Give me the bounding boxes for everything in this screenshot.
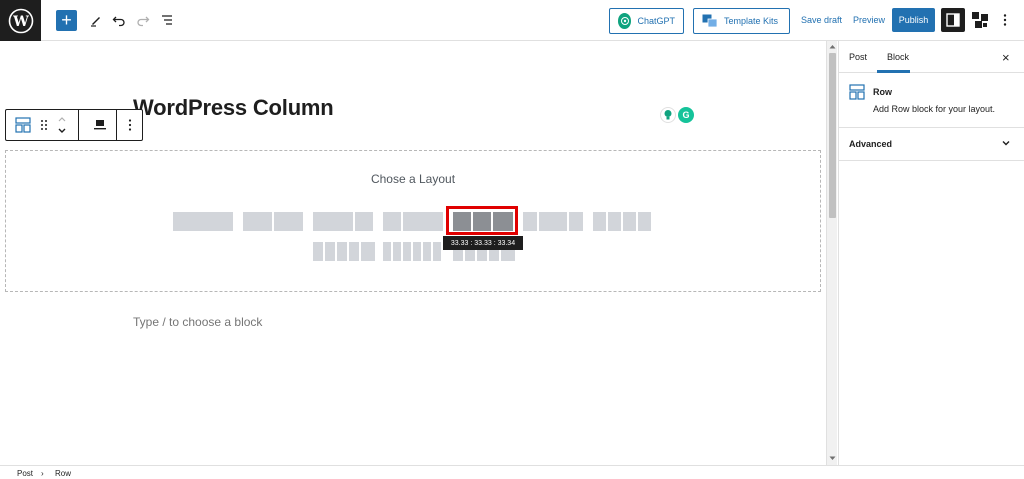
template-kits-button[interactable]: Template Kits: [693, 8, 790, 34]
chatgpt-icon: [618, 13, 632, 29]
block-placeholder[interactable]: Type / to choose a block: [133, 315, 262, 329]
layout-option-16x6[interactable]: [383, 242, 441, 261]
chevron-down-icon: [1002, 141, 1010, 146]
svg-text:W: W: [12, 14, 29, 30]
sidebar-tabs: Post Block ×: [839, 41, 1024, 73]
close-icon[interactable]: ×: [1002, 50, 1010, 65]
block-toolbar: [5, 109, 143, 141]
template-kits-icon: [702, 14, 718, 28]
scrollbar-thumb[interactable]: [829, 53, 836, 218]
toolbar-divider: [78, 110, 79, 140]
wordpress-logo-icon[interactable]: W: [0, 0, 41, 41]
redo-icon[interactable]: [134, 11, 152, 29]
chatgpt-button[interactable]: ChatGPT: [609, 8, 684, 34]
list-view-icon[interactable]: [158, 11, 176, 29]
layout-option-25-25-25-25[interactable]: [593, 212, 651, 231]
more-options-icon[interactable]: [996, 11, 1014, 29]
layout-option-25-50-25[interactable]: [523, 212, 583, 231]
floating-assistant-icons: G: [660, 107, 694, 123]
scroll-down-icon[interactable]: [829, 456, 836, 461]
add-block-button[interactable]: +: [56, 10, 77, 31]
tab-block[interactable]: Block: [887, 52, 909, 62]
drag-handle-icon[interactable]: [37, 110, 51, 140]
breadcrumb: Post › Row: [0, 465, 1024, 479]
chatgpt-label: ChatGPT: [637, 16, 675, 26]
settings-sidebar: Post Block × Row Add Row block for your …: [838, 41, 1024, 465]
layout-option-100[interactable]: [173, 212, 233, 231]
row-block-icon[interactable]: [10, 110, 36, 140]
pencil-icon[interactable]: [87, 11, 105, 29]
layout-option-66-33[interactable]: [313, 212, 373, 231]
grammarly-icon[interactable]: G: [678, 107, 694, 123]
advanced-panel-toggle[interactable]: Advanced: [839, 129, 1024, 161]
layout-option-50-50[interactable]: [243, 212, 303, 231]
layout-tooltip: 33.33 : 33.33 : 33.34: [443, 236, 523, 250]
block-card: Row Add Row block for your layout.: [839, 74, 1024, 128]
row-block-icon: [849, 84, 865, 105]
selected-layout-highlight: [446, 206, 518, 235]
toolbar-divider: [116, 110, 117, 140]
breadcrumb-separator: ›: [41, 469, 44, 478]
align-icon[interactable]: [86, 110, 114, 140]
block-card-description: Add Row block for your layout.: [873, 104, 996, 114]
editor-scrollbar[interactable]: [826, 41, 837, 465]
preview-button[interactable]: Preview: [853, 15, 885, 25]
move-up-down-icon[interactable]: [54, 110, 70, 140]
layout-option-33-66[interactable]: [383, 212, 443, 231]
breadcrumb-item-post[interactable]: Post: [17, 469, 33, 478]
layout-chooser-title: Chose a Layout: [370, 172, 456, 186]
top-toolbar: W + ChatGPT Template Kits Save draft Pre…: [0, 0, 1024, 41]
block-card-title: Row: [873, 87, 892, 97]
block-options-icon[interactable]: [120, 110, 140, 140]
lightbulb-icon[interactable]: [660, 107, 676, 123]
advanced-panel-label: Advanced: [849, 139, 893, 149]
layout-option-20x5[interactable]: [313, 242, 375, 261]
active-tab-indicator: [877, 70, 910, 73]
scroll-up-icon[interactable]: [829, 44, 836, 49]
tab-post[interactable]: Post: [849, 52, 867, 62]
settings-panel-icon[interactable]: [941, 8, 965, 32]
template-kits-label: Template Kits: [724, 16, 779, 26]
undo-icon[interactable]: [110, 11, 128, 29]
publish-button[interactable]: Publish: [892, 8, 935, 32]
save-draft-button[interactable]: Save draft: [801, 15, 842, 25]
post-title[interactable]: WordPress Column: [133, 95, 334, 121]
breadcrumb-item-row[interactable]: Row: [55, 469, 71, 478]
elementor-kit-icon[interactable]: [970, 10, 990, 30]
